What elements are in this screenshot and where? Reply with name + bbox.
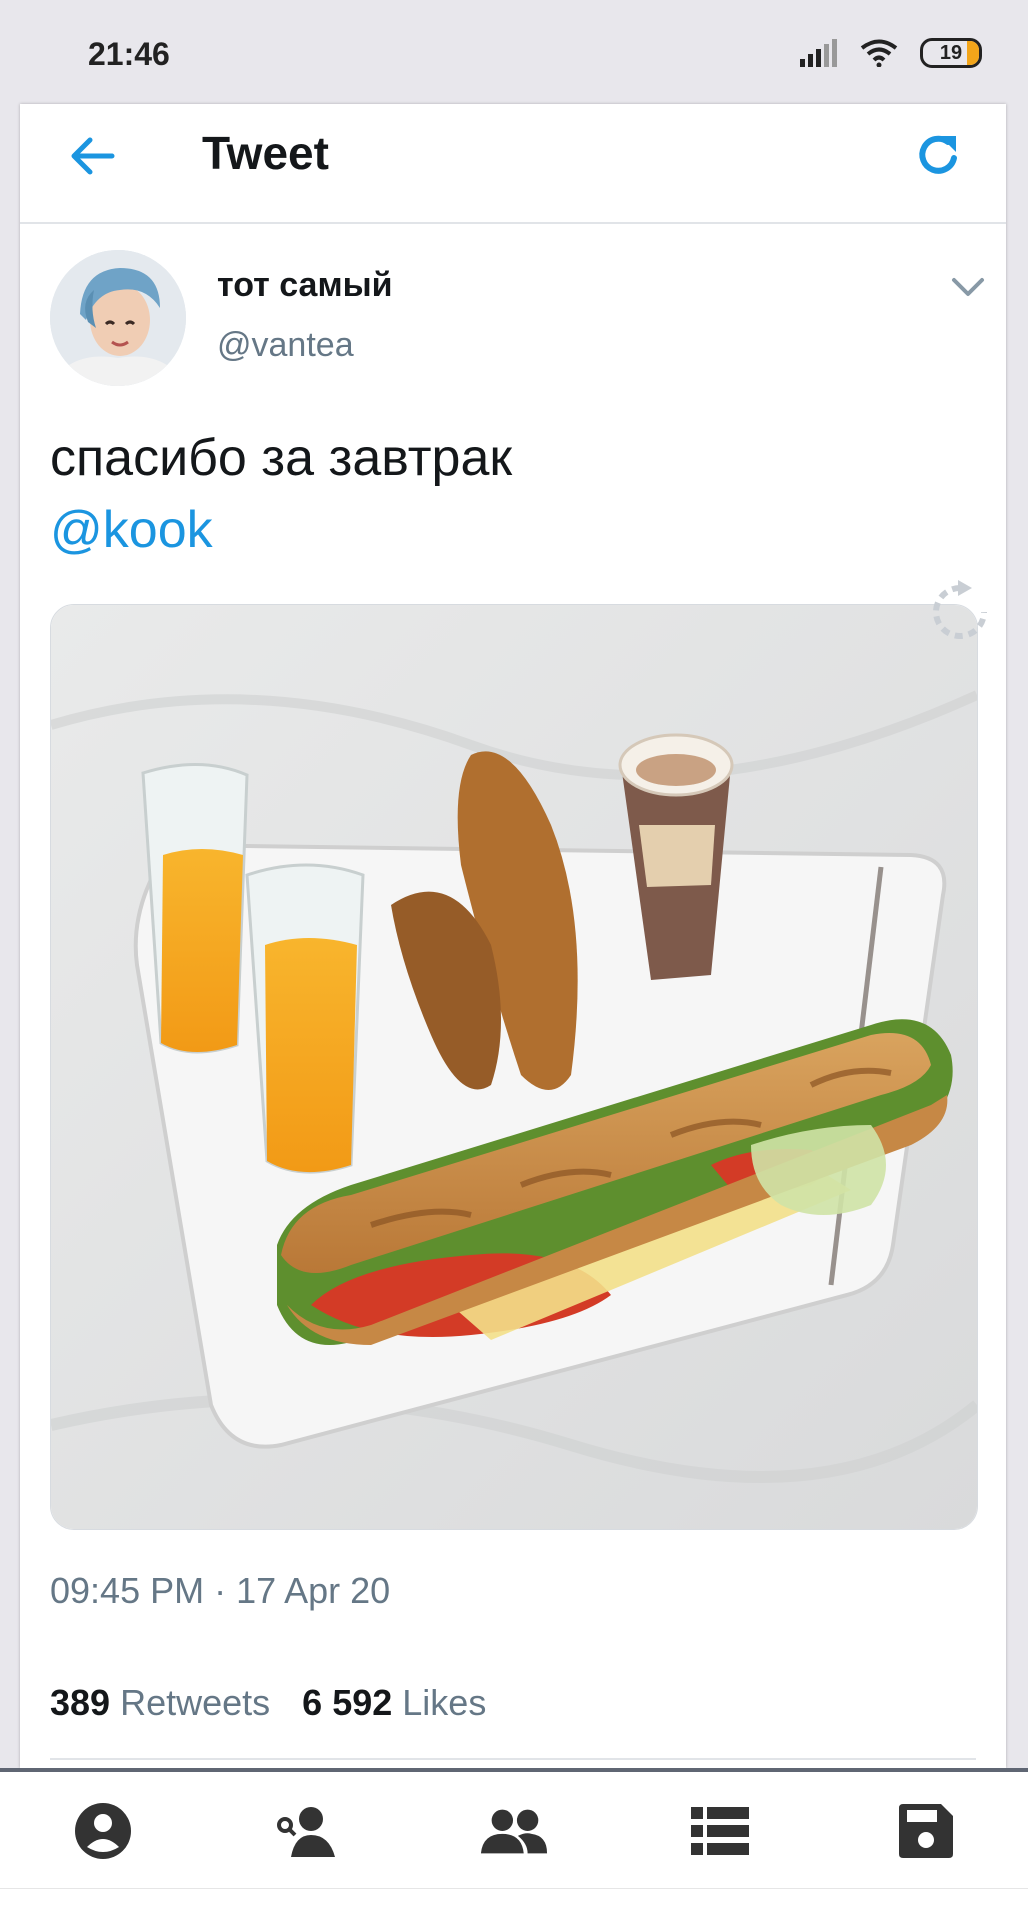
profile-icon [75,1803,131,1859]
nav-find-people[interactable] [273,1796,343,1866]
wifi-icon [860,39,898,67]
breakfast-photo [51,605,977,1529]
nav-saved[interactable] [891,1796,961,1866]
bottom-nav [0,1768,1028,1890]
chevron-down-icon[interactable] [948,274,988,300]
tweet-card: Tweet тот самый @vantea спасибо за завтр… [20,104,1006,1768]
nav-lists[interactable] [685,1796,755,1866]
battery-icon: 19 [920,38,982,68]
tweet-photo[interactable] [50,604,978,1530]
avatar[interactable] [50,250,186,386]
status-icons: 19 [800,38,982,68]
nav-profile[interactable] [68,1796,138,1866]
likes-stat[interactable]: 6 592 Likes [302,1682,486,1724]
refresh-icon[interactable] [910,128,966,184]
back-arrow-icon[interactable] [66,130,118,182]
save-icon [899,1804,953,1858]
page-title: Tweet [202,127,329,179]
author-handle[interactable]: @vantea [217,326,354,365]
loading-spinner-icon [933,580,987,639]
mention-link[interactable]: @kook [50,494,512,566]
tweet-stats: 389 Retweets 6 592 Likes [50,1682,486,1724]
battery-level: 19 [939,41,963,64]
likes-count: 6 592 [302,1682,393,1723]
tweet-timestamp: 09:45 PM · 17 Apr 20 [50,1570,391,1611]
retweets-stat[interactable]: 389 Retweets [50,1682,270,1724]
person-search-icon [277,1807,335,1857]
status-time: 21:46 [88,36,170,72]
avatar-image [50,250,186,386]
tweet-text-block: спасибо за завтрак @kook [50,422,512,566]
list-icon [691,1807,749,1855]
system-nav-strip [0,1888,1028,1921]
retweets-label: Retweets [120,1682,271,1723]
people-icon [480,1809,548,1854]
divider [50,1758,976,1760]
author-name[interactable]: тот самый [217,266,393,305]
likes-label: Likes [402,1682,487,1723]
retweets-count: 389 [50,1682,111,1723]
signal-icon [800,39,837,67]
tweet-text: спасибо за завтрак [50,429,513,487]
nav-people[interactable] [479,1796,549,1866]
tweet-header: Tweet [20,104,1006,224]
status-bar: 21:46 19 [0,0,1028,104]
